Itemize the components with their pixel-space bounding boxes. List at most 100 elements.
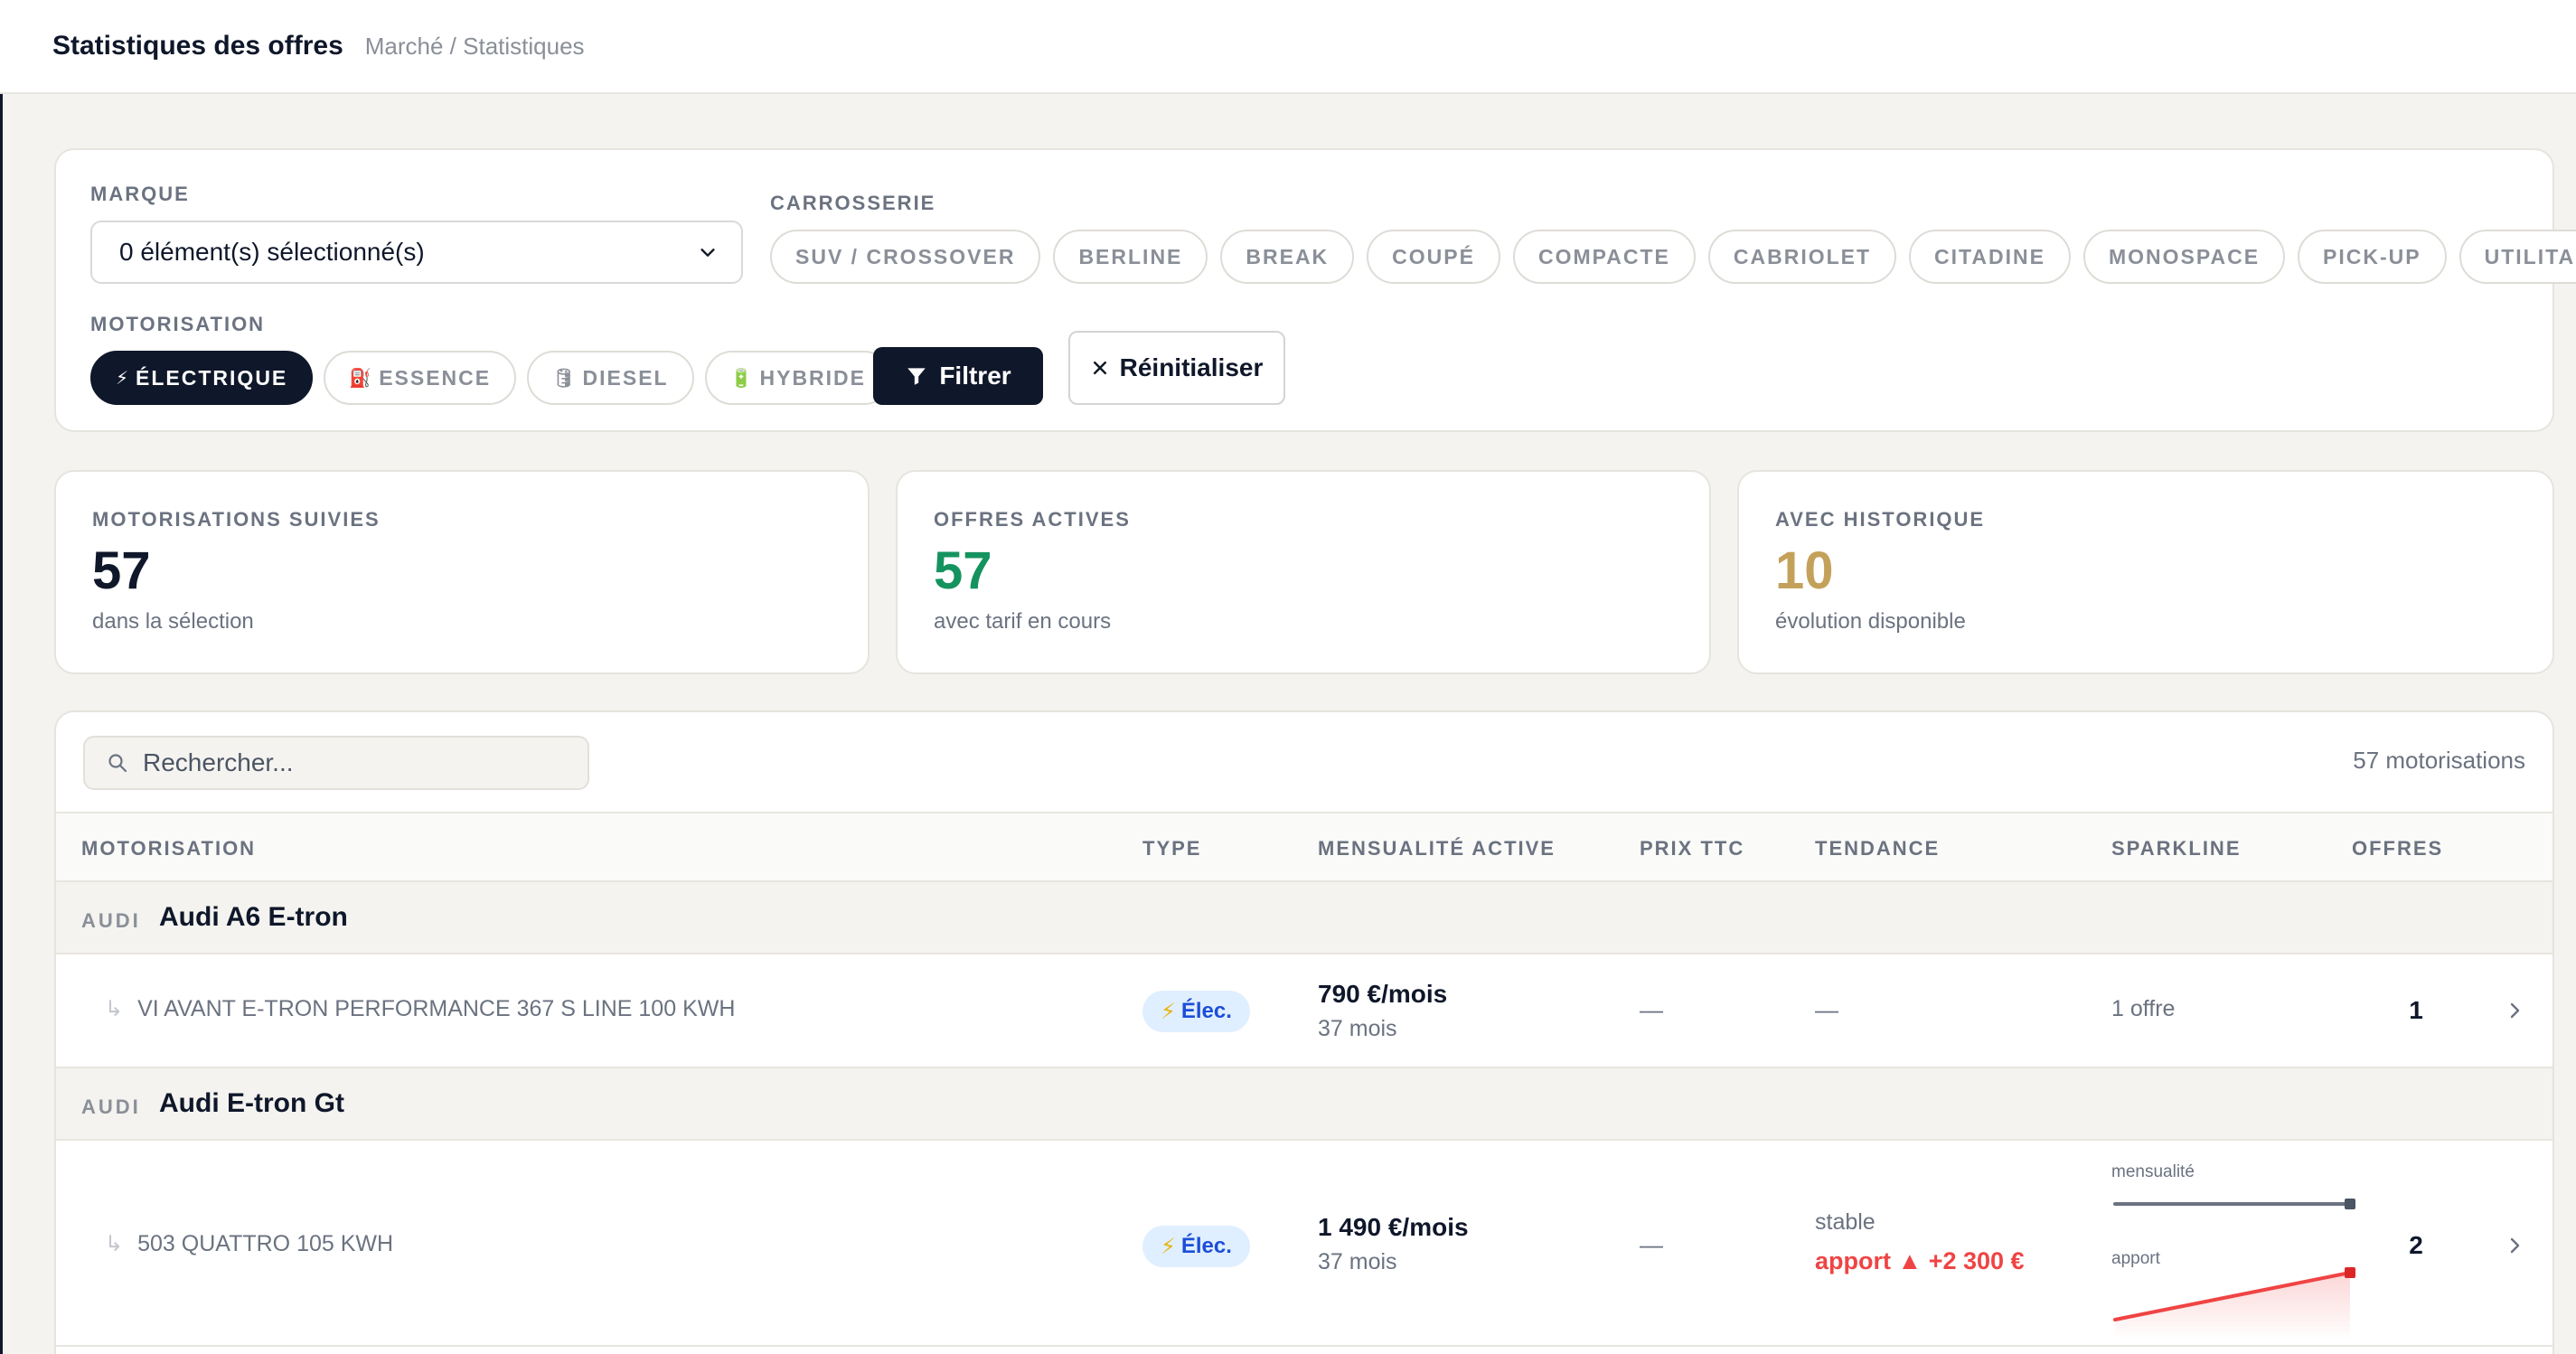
stat-subtitle: dans la sélection bbox=[92, 609, 254, 634]
group-row: AUDI Audi E-tron Gt bbox=[56, 1068, 2552, 1141]
duration: 37 mois bbox=[1318, 1249, 1397, 1274]
variant-label: 503 QUATTRO 105 KWH bbox=[137, 1231, 394, 1256]
pill-coupe[interactable]: COUPÉ bbox=[1367, 230, 1500, 284]
marque-select[interactable]: 0 élément(s) sélectionné(s) bbox=[90, 221, 743, 284]
chevron-right-icon[interactable] bbox=[2504, 1000, 2525, 1021]
stat-subtitle: évolution disponible bbox=[1775, 609, 1966, 634]
type-badge: ⚡ Élec. bbox=[1142, 991, 1250, 1032]
pill-suv-crossover[interactable]: SUV / CROSSOVER bbox=[770, 230, 1041, 284]
table-header: MOTORISATION TYPE MENSUALITÉ ACTIVE PRIX… bbox=[56, 812, 2552, 882]
tendance-status: stable bbox=[1815, 1209, 1876, 1235]
page-title: Statistiques des offres bbox=[52, 31, 343, 61]
battery-icon: 🔋 bbox=[729, 368, 753, 389]
table-row[interactable]: ↳ 503 QUATTRO 105 KWH ⚡ Élec. 1 490 €/mo… bbox=[56, 1141, 2552, 1347]
prix-ttc-value: — bbox=[1640, 1231, 1663, 1258]
column-prix-ttc[interactable]: PRIX TTC bbox=[1640, 837, 1744, 860]
sub-row-arrow-icon: ↳ bbox=[105, 1232, 124, 1256]
variant-name: ↳ VI AVANT E-TRON PERFORMANCE 367 S LINE… bbox=[105, 996, 735, 1022]
pill-diesel-label: DIESEL bbox=[582, 365, 669, 390]
search-box[interactable] bbox=[83, 736, 589, 790]
marque-select-value: 0 élément(s) sélectionné(s) bbox=[119, 238, 425, 266]
stat-label: MOTORISATIONS SUIVIES bbox=[92, 508, 381, 531]
pill-pick-up[interactable]: PICK-UP bbox=[2298, 230, 2447, 284]
monthly-price: 1 490 €/mois bbox=[1318, 1213, 1469, 1241]
group-row: AUDI Audi A6 E-tron bbox=[56, 882, 2552, 954]
stat-label: OFFRES ACTIVES bbox=[934, 508, 1131, 531]
result-count: 57 motorisations bbox=[2353, 747, 2525, 774]
window-left-edge bbox=[0, 0, 3, 1354]
column-type[interactable]: TYPE bbox=[1142, 837, 1201, 860]
sparkline-apport bbox=[2113, 1267, 2355, 1340]
pill-hybride[interactable]: 🔋 HYBRIDE bbox=[704, 351, 892, 405]
close-icon bbox=[1093, 361, 1106, 375]
sub-row-arrow-icon: ↳ bbox=[105, 997, 124, 1021]
search-icon bbox=[108, 754, 127, 773]
filter-button[interactable]: Filtrer bbox=[873, 347, 1043, 405]
oil-barrel-icon: 🛢 bbox=[552, 368, 576, 389]
pill-citadine[interactable]: CITADINE bbox=[1909, 230, 2071, 284]
pill-electrique[interactable]: ⚡ ÉLECTRIQUE bbox=[90, 351, 314, 405]
motorisation-pills: ⚡ ÉLECTRIQUE ⛽ ESSENCE 🛢 DIESEL 🔋 HYBRID… bbox=[90, 351, 892, 405]
filter-button-label: Filtrer bbox=[939, 362, 1011, 390]
stat-card-historique: AVEC HISTORIQUE 10 évolution disponible bbox=[1737, 470, 2554, 674]
pill-berline[interactable]: BERLINE bbox=[1053, 230, 1208, 284]
pill-utilitaire[interactable]: UTILITAIRE bbox=[2458, 230, 2576, 284]
stat-subtitle: avec tarif en cours bbox=[934, 609, 1112, 634]
group-brand: AUDI bbox=[81, 909, 141, 932]
tendance-apport: apport ▲ +2 300 € bbox=[1815, 1247, 2025, 1274]
marque-label: MARQUE bbox=[90, 183, 190, 205]
stat-value: 57 bbox=[934, 541, 992, 600]
type-badge: ⚡ Élec. bbox=[1142, 1226, 1250, 1267]
pill-diesel[interactable]: 🛢 DIESEL bbox=[527, 351, 694, 405]
reset-button-label: Réinitialiser bbox=[1119, 353, 1264, 381]
fuel-pump-icon: ⛽ bbox=[349, 368, 372, 389]
column-tendance[interactable]: TENDANCE bbox=[1815, 837, 1940, 860]
stat-value: 57 bbox=[92, 541, 151, 600]
sparkline-mensualite bbox=[2113, 1199, 2355, 1209]
carrosserie-label: CARROSSERIE bbox=[770, 192, 936, 214]
stat-card-motorisations: MOTORISATIONS SUIVIES 57 dans la sélecti… bbox=[54, 470, 870, 674]
reset-button[interactable]: Réinitialiser bbox=[1068, 331, 1285, 405]
funnel-icon bbox=[907, 368, 926, 385]
motorisations-table-card: 57 motorisations MOTORISATION TYPE MENSU… bbox=[54, 710, 2554, 1354]
sparkline-text: 1 offre bbox=[2111, 996, 2176, 1021]
offers-count: 2 bbox=[2409, 1231, 2423, 1259]
offers-count: 1 bbox=[2409, 996, 2423, 1024]
pill-essence[interactable]: ⛽ ESSENCE bbox=[324, 351, 517, 405]
type-label: Élec. bbox=[1180, 1234, 1232, 1258]
stat-card-offres-actives: OFFRES ACTIVES 57 avec tarif en cours bbox=[896, 470, 1711, 674]
monthly-price: 790 €/mois bbox=[1318, 980, 1448, 1008]
search-input[interactable] bbox=[143, 748, 559, 777]
column-mensualite[interactable]: MENSUALITÉ ACTIVE bbox=[1318, 837, 1556, 860]
variant-name: ↳ 503 QUATTRO 105 KWH bbox=[105, 1231, 393, 1257]
sparkline-label-mensualite: mensualité bbox=[2111, 1162, 2195, 1181]
pill-essence-label: ESSENCE bbox=[379, 365, 492, 390]
stat-value: 10 bbox=[1775, 541, 1834, 600]
column-sparkline[interactable]: SPARKLINE bbox=[2111, 837, 2242, 860]
pill-compacte[interactable]: COMPACTE bbox=[1512, 230, 1696, 284]
duration: 37 mois bbox=[1318, 1016, 1397, 1041]
prix-ttc-value: — bbox=[1640, 996, 1663, 1023]
motorisation-label: MOTORISATION bbox=[90, 313, 266, 335]
pill-monospace[interactable]: MONOSPACE bbox=[2082, 230, 2286, 284]
lightning-icon: ⚡ bbox=[1161, 999, 1176, 1024]
pill-electrique-label: ÉLECTRIQUE bbox=[136, 365, 288, 390]
carrosserie-pills: SUV / CROSSOVER BERLINE BREAK COUPÉ COMP… bbox=[770, 230, 2576, 284]
chevron-right-icon[interactable] bbox=[2504, 1235, 2525, 1256]
lightning-icon: ⚡ bbox=[1161, 1234, 1176, 1259]
chevron-down-icon bbox=[700, 249, 715, 257]
group-model: Audi E-tron Gt bbox=[159, 1088, 344, 1118]
variant-label: VI AVANT E-TRON PERFORMANCE 367 S LINE 1… bbox=[137, 996, 736, 1021]
pill-break[interactable]: BREAK bbox=[1220, 230, 1355, 284]
table-row[interactable]: ↳ VI AVANT E-TRON PERFORMANCE 367 S LINE… bbox=[56, 954, 2552, 1068]
lightning-icon: ⚡ bbox=[116, 368, 129, 389]
filters-panel: MARQUE 0 élément(s) sélectionné(s) CARRO… bbox=[54, 148, 2576, 432]
group-model: Audi A6 E-tron bbox=[159, 902, 348, 932]
column-motorisation[interactable]: MOTORISATION bbox=[81, 837, 256, 860]
pill-cabriolet[interactable]: CABRIOLET bbox=[1707, 230, 1897, 284]
breadcrumb[interactable]: Marché / Statistiques bbox=[365, 33, 585, 61]
column-offres[interactable]: OFFRES bbox=[2352, 837, 2443, 860]
group-brand: AUDI bbox=[81, 1095, 141, 1118]
tendance-value: — bbox=[1815, 996, 1838, 1023]
pill-hybride-label: HYBRIDE bbox=[759, 365, 867, 390]
